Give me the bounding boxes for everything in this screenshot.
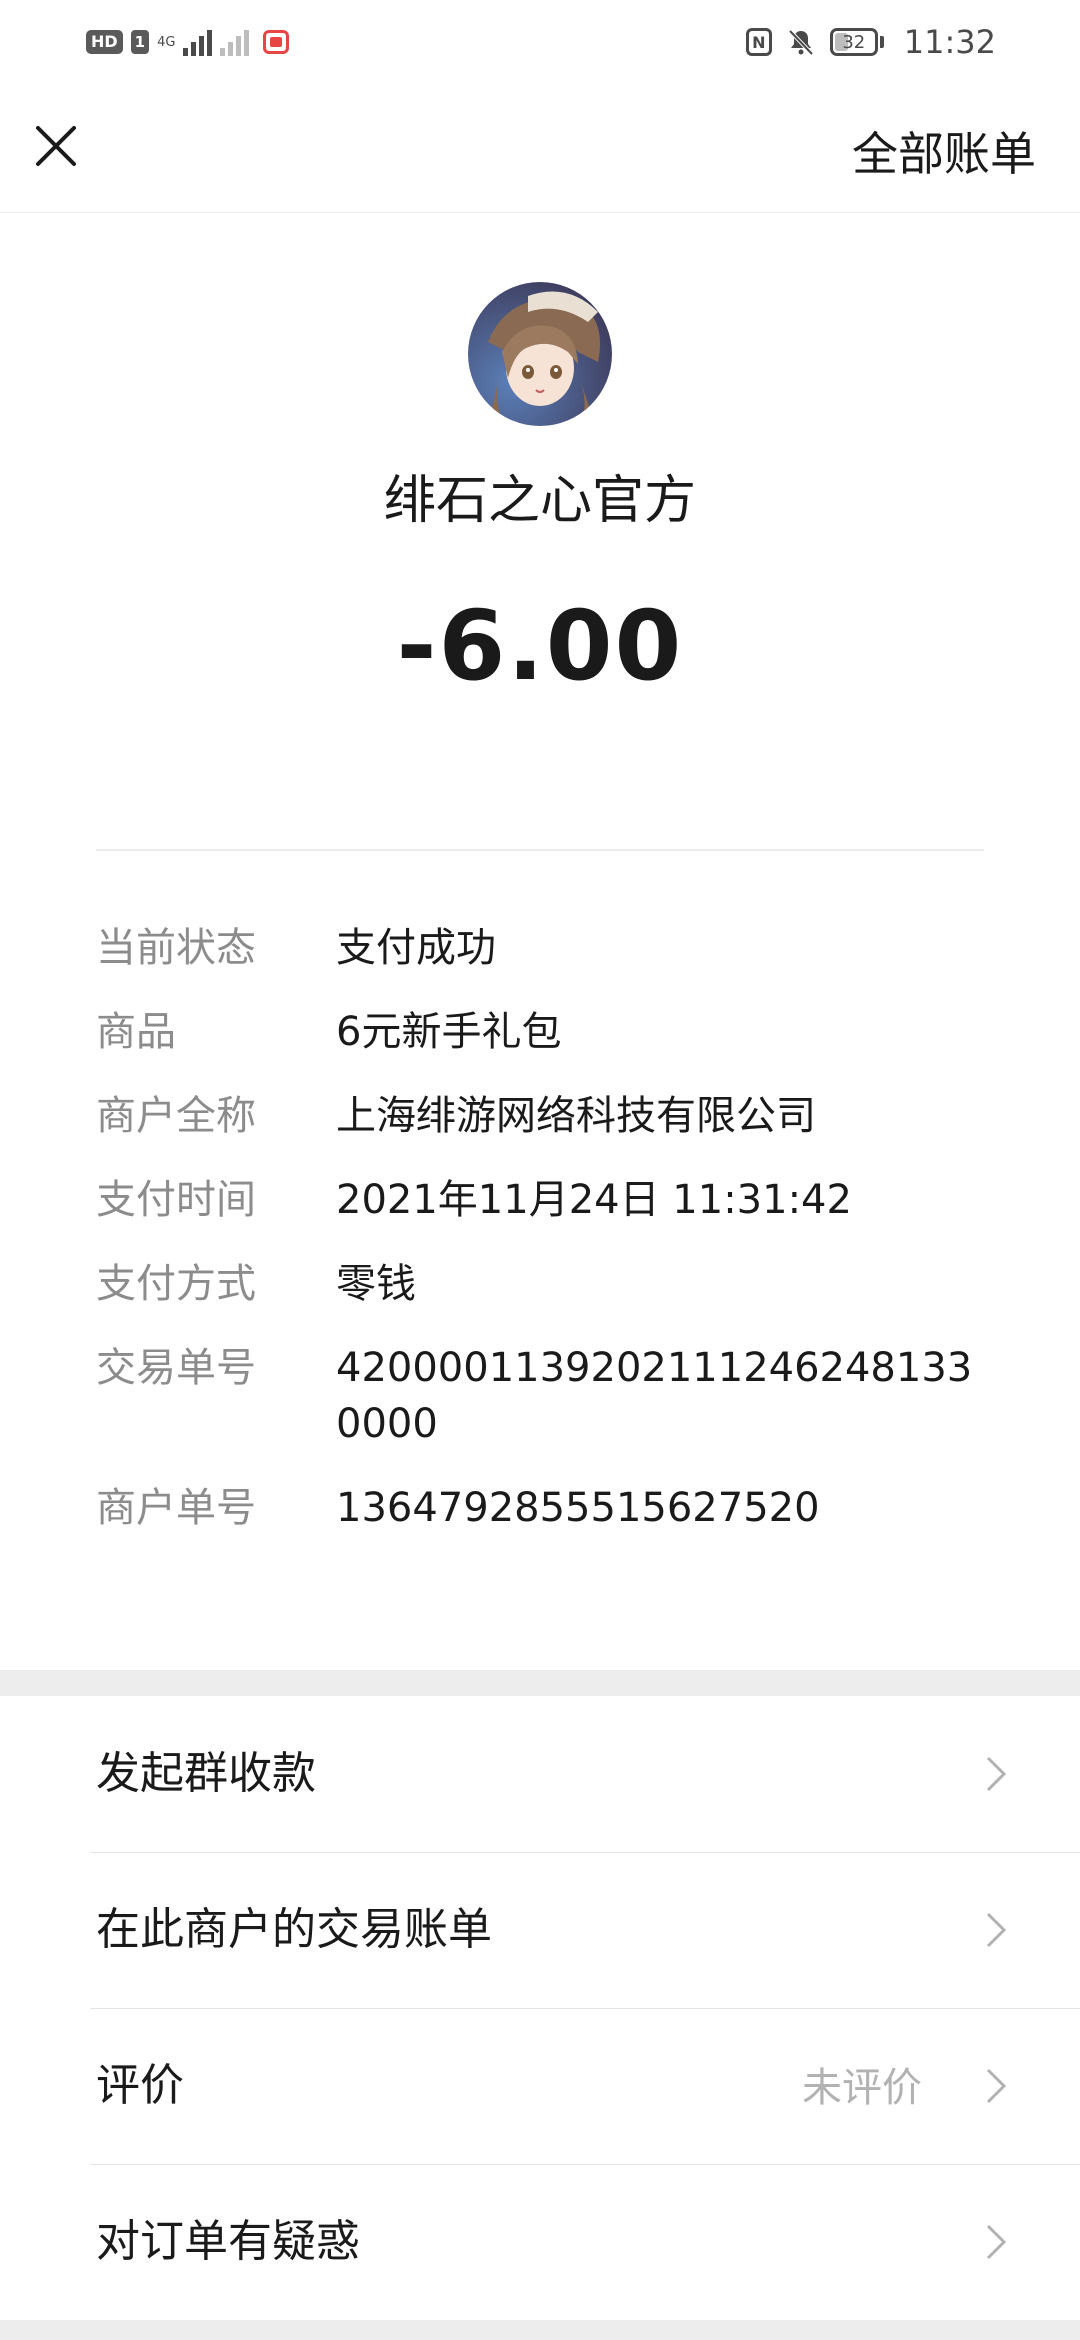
detail-row-method: 支付方式 零钱 (96, 1256, 996, 1312)
signal-icon (183, 28, 213, 56)
chevron-right-icon (986, 1912, 1007, 1948)
detail-value: 1364792855515627520 (336, 1485, 820, 1531)
merchant-name: 绯石之心官方 (383, 471, 696, 531)
status-bar-left: HD 1 4G (86, 22, 290, 62)
status-time: 11:32 (903, 23, 996, 61)
signal-weak-icon (220, 28, 250, 56)
detail-label: 商品 (96, 1009, 176, 1055)
menu-item-order-question[interactable]: 对订单有疑惑 (0, 2164, 1080, 2320)
merchant-avatar (468, 282, 612, 426)
detail-label: 商户全称 (96, 1093, 256, 1139)
detail-label: 商户单号 (96, 1485, 256, 1531)
divider (96, 849, 984, 851)
close-icon[interactable] (30, 120, 82, 172)
chevron-right-icon (986, 1756, 1007, 1792)
menu-item-label: 在此商户的交易账单 (96, 1904, 492, 1955)
sim-badge: 1 (130, 30, 150, 54)
detail-value: 2021年11月24日 11:31:42 (336, 1177, 852, 1223)
detail-value: 零钱 (336, 1261, 416, 1307)
battery-icon: 32 (829, 28, 884, 56)
nfc-icon: N (745, 28, 772, 56)
detail-row-transaction-id: 交易单号 42000011392021112462481330000 (96, 1340, 996, 1452)
detail-row-product: 商品 6元新手礼包 (96, 1004, 996, 1060)
detail-label: 支付方式 (96, 1261, 256, 1307)
detail-row-merchant: 商户全称 上海绯游网络科技有限公司 (96, 1088, 996, 1144)
menu-item-label: 发起群收款 (96, 1748, 316, 1799)
detail-row-merchant-order-id: 商户单号 1364792855515627520 (96, 1480, 996, 1536)
network-type: 4G (157, 36, 175, 49)
menu-item-review[interactable]: 评价 未评价 (0, 2008, 1080, 2164)
all-bills-link[interactable]: 全部账单 (852, 118, 1036, 184)
network-type-label: 4G (157, 34, 176, 50)
menu-item-label: 评价 (96, 2060, 184, 2111)
app-notification-icon (263, 30, 290, 54)
payment-details: 当前状态 支付成功 商品 6元新手礼包 商户全称 上海绯游网络科技有限公司 支付… (96, 920, 996, 1564)
avatar-image (468, 282, 612, 426)
detail-value: 6元新手礼包 (336, 1009, 562, 1055)
status-bar: HD 1 4G N 32 11:32 (0, 0, 1080, 84)
mute-bell-icon (788, 29, 814, 56)
detail-value: 42000011392021112462481330000 (336, 1345, 973, 1447)
action-menu: 发起群收款 在此商户的交易账单 评价 未评价 对订单有疑惑 (0, 1696, 1080, 2320)
hd-badge: HD (86, 30, 123, 54)
detail-value: 支付成功 (336, 925, 496, 971)
battery-level: 32 (829, 28, 878, 56)
menu-item-group-collect[interactable]: 发起群收款 (0, 1696, 1080, 1852)
detail-row-time: 支付时间 2021年11月24日 11:31:42 (96, 1172, 996, 1228)
detail-label: 支付时间 (96, 1177, 256, 1223)
payment-amount: -6.00 (396, 590, 684, 702)
status-bar-right: N 32 11:32 (745, 18, 996, 66)
menu-item-merchant-bills[interactable]: 在此商户的交易账单 (0, 1852, 1080, 2008)
detail-label: 当前状态 (96, 925, 256, 971)
menu-item-label: 对订单有疑惑 (96, 2216, 360, 2267)
chevron-right-icon (986, 2224, 1007, 2260)
chevron-right-icon (986, 2068, 1007, 2104)
detail-label: 交易单号 (96, 1345, 256, 1391)
detail-row-status: 当前状态 支付成功 (96, 920, 996, 976)
nav-bar: 全部账单 (0, 84, 1080, 213)
detail-value: 上海绯游网络科技有限公司 (336, 1093, 816, 1139)
review-status: 未评价 (802, 2065, 922, 2111)
